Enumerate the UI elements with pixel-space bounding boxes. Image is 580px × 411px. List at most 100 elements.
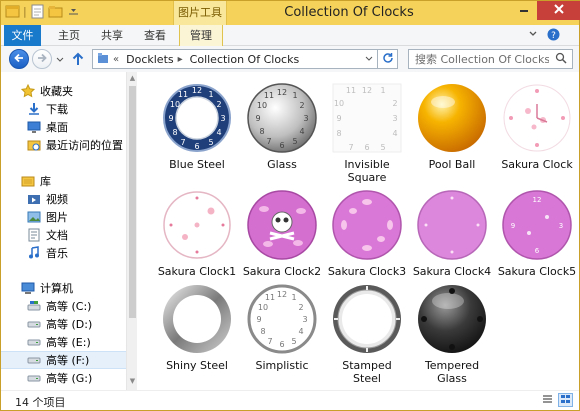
file-item-sakura-clock3[interactable]: Sakura Clock3 <box>327 187 407 278</box>
quick-access-toolbar: | <box>5 4 81 19</box>
svg-text:5: 5 <box>380 143 385 152</box>
ribbon-tabs: 文件 主页 共享 查看 管理 ? <box>1 25 579 46</box>
nav-item-label: 图片 <box>46 211 68 224</box>
app-icon[interactable] <box>5 4 20 19</box>
file-item-label: Invisible Square <box>344 158 390 184</box>
item-count: 14 个项目 <box>15 396 66 409</box>
nav-libraries-label: 库 <box>40 175 51 188</box>
nav-item-drive-f[interactable]: 高等 (F:) <box>1 351 126 369</box>
file-item-label: Tempered Glass <box>424 359 480 385</box>
close-icon <box>554 4 564 17</box>
nav-item-drive-d[interactable]: 高等 (D:) <box>1 315 126 333</box>
status-bar: 14 个项目 <box>1 390 579 410</box>
address-dropdown-icon[interactable] <box>365 53 373 66</box>
nav-favorites[interactable]: 收藏夹 <box>1 82 126 100</box>
clock-thumbnail: 12 3 6 9 12 45 7 8 10 11 <box>157 80 237 156</box>
svg-text:10: 10 <box>334 99 344 108</box>
file-item-tempered-glass[interactable]: Tempered Glass <box>412 281 492 385</box>
nav-item-recent-places[interactable]: 最近访问的位置 <box>1 136 126 154</box>
minimize-button[interactable] <box>511 1 537 20</box>
drive-icon <box>27 371 41 385</box>
file-item-label: Shiny Steel <box>166 359 228 372</box>
large-icons-view-button[interactable] <box>558 393 573 407</box>
folder-icon <box>97 52 109 67</box>
nav-item-music[interactable]: 音乐 <box>1 244 126 262</box>
nav-item-videos[interactable]: 视频 <box>1 190 126 208</box>
back-button[interactable] <box>9 49 29 69</box>
new-folder-icon[interactable] <box>48 4 63 19</box>
file-item-sakura-clock[interactable]: Sakura Clock <box>497 80 577 171</box>
svg-text:10: 10 <box>257 101 267 110</box>
search-box[interactable] <box>408 49 573 69</box>
help-icon[interactable]: ? <box>547 28 560 44</box>
scroll-thumb[interactable] <box>129 86 136 318</box>
svg-text:9: 9 <box>256 315 261 324</box>
search-input[interactable] <box>409 52 549 66</box>
title-bar: | 图片工具 Collection Of Clocks <box>1 1 580 25</box>
nav-computer-label: 计算机 <box>40 282 73 295</box>
back-icon <box>13 52 25 67</box>
tab-home[interactable]: 主页 <box>49 25 89 46</box>
recent-locations-icon[interactable] <box>56 54 64 67</box>
address-bar[interactable]: « Docklets ▸ Collection Of Clocks <box>92 49 378 69</box>
file-item-glass[interactable]: 12 3 6 9 12 45 7 8 10 11 Glass <box>242 80 322 171</box>
file-item-shiny-steel[interactable]: Shiny Steel <box>157 281 237 372</box>
file-item-blue-steel[interactable]: 12 3 6 9 12 45 7 8 10 11 Blue Steel <box>157 80 237 171</box>
recent-places-icon <box>27 138 41 152</box>
ribbon-expand-icon[interactable] <box>528 28 538 44</box>
search-icon[interactable] <box>555 52 567 67</box>
nav-item-documents[interactable]: 文档 <box>1 226 126 244</box>
close-button[interactable] <box>537 1 580 20</box>
file-item-stamped-steel[interactable]: Stamped Steel <box>327 281 407 385</box>
refresh-button[interactable] <box>378 49 398 69</box>
tab-share[interactable]: 共享 <box>92 25 132 46</box>
scroll-up-icon[interactable]: ▲ <box>128 74 137 84</box>
svg-text:4: 4 <box>392 129 397 138</box>
save-icon[interactable] <box>30 4 45 19</box>
breadcrumb-docklets[interactable]: Docklets <box>126 53 174 66</box>
scroll-down-icon[interactable]: ▼ <box>128 377 137 387</box>
drive-icon <box>27 335 41 349</box>
nav-item-desktop[interactable]: 桌面 <box>1 118 126 136</box>
file-item-invisible-square[interactable]: 12 3 6 9 12 45 7 8 10 11 Invisible Square <box>327 80 407 184</box>
forward-icon <box>36 52 48 67</box>
svg-text:12: 12 <box>277 290 287 299</box>
qat-dropdown-icon[interactable] <box>66 4 81 19</box>
file-item-sakura-clock2[interactable]: Sakura Clock2 <box>242 187 322 278</box>
video-icon <box>27 192 41 206</box>
svg-text:10: 10 <box>258 303 268 312</box>
nav-item-downloads[interactable]: 下载 <box>1 100 126 118</box>
navigation-scrollbar[interactable]: ▲ ▼ <box>126 72 137 390</box>
file-item-pool-ball[interactable]: Pool Ball <box>412 80 492 171</box>
nav-item-drive-e[interactable]: 高等 (E:) <box>1 333 126 351</box>
svg-text:12: 12 <box>533 196 542 204</box>
nav-item-drive-c[interactable]: 高等 (C:) <box>1 297 126 315</box>
up-icon[interactable] <box>71 51 85 70</box>
forward-button[interactable] <box>32 49 52 69</box>
address-overflow[interactable]: « <box>113 54 119 65</box>
file-item-sakura-clock5[interactable]: 12 3 6 9 Sakura Clock5 <box>497 187 577 278</box>
file-item-sakura-clock4[interactable]: Sakura Clock4 <box>412 187 492 278</box>
nav-item-pictures[interactable]: 图片 <box>1 208 126 226</box>
svg-text:5: 5 <box>292 137 297 146</box>
svg-text:4: 4 <box>216 128 221 137</box>
tab-view[interactable]: 查看 <box>135 25 175 46</box>
file-grid: 12 3 6 9 1245 7 8 10 11 Blue Steel 12 3 6 9 <box>147 72 579 390</box>
clock-thumbnail <box>327 281 407 357</box>
tab-manage[interactable]: 管理 <box>179 25 223 46</box>
breadcrumb-separator-icon[interactable]: ▸ <box>178 54 183 65</box>
clock-thumbnail <box>327 187 407 263</box>
details-view-button[interactable] <box>540 393 555 407</box>
nav-libraries[interactable]: 库 <box>1 172 126 190</box>
file-item-label: Sakura Clock <box>501 158 573 171</box>
breadcrumb-collection-of-clocks[interactable]: Collection Of Clocks <box>190 53 300 66</box>
svg-text:11: 11 <box>265 293 275 302</box>
nav-computer[interactable]: 计算机 <box>1 279 126 297</box>
clock-thumbnail: 12 3 6 9 12 45 7 8 10 11 <box>242 80 322 156</box>
svg-text:7: 7 <box>266 137 271 146</box>
tab-file[interactable]: 文件 <box>4 25 41 46</box>
file-item-simplistic[interactable]: 12 3 6 9 12 45 7 8 10 11 Simplistic <box>242 281 322 372</box>
file-item-sakura-clock1[interactable]: Sakura Clock1 <box>157 187 237 278</box>
nav-item-drive-g[interactable]: 高等 (G:) <box>1 369 126 387</box>
navigation-pane: 收藏夹 下载 桌面 最近访问的位置 库 视频 图片 文档 音乐 计算机 高等 (… <box>1 72 126 390</box>
